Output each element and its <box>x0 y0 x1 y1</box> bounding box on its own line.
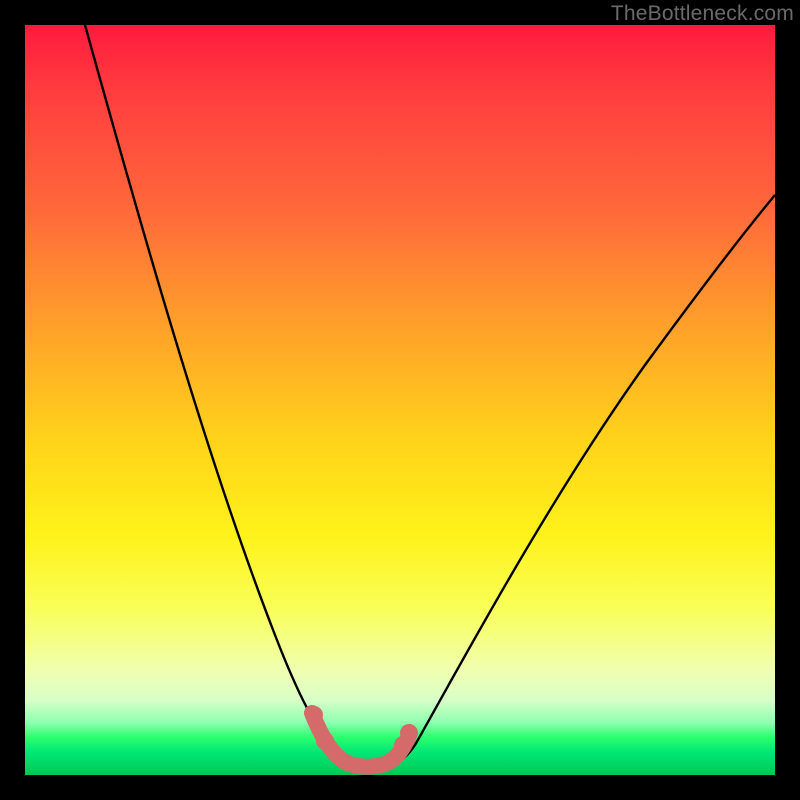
bottleneck-curve <box>85 25 775 765</box>
valley-dot <box>400 724 418 742</box>
plot-area <box>25 25 775 775</box>
valley-dot <box>305 706 323 724</box>
chart-frame: TheBottleneck.com <box>0 0 800 800</box>
watermark-text: TheBottleneck.com <box>611 2 794 26</box>
valley-dot <box>316 732 334 750</box>
curve-svg <box>25 25 775 775</box>
